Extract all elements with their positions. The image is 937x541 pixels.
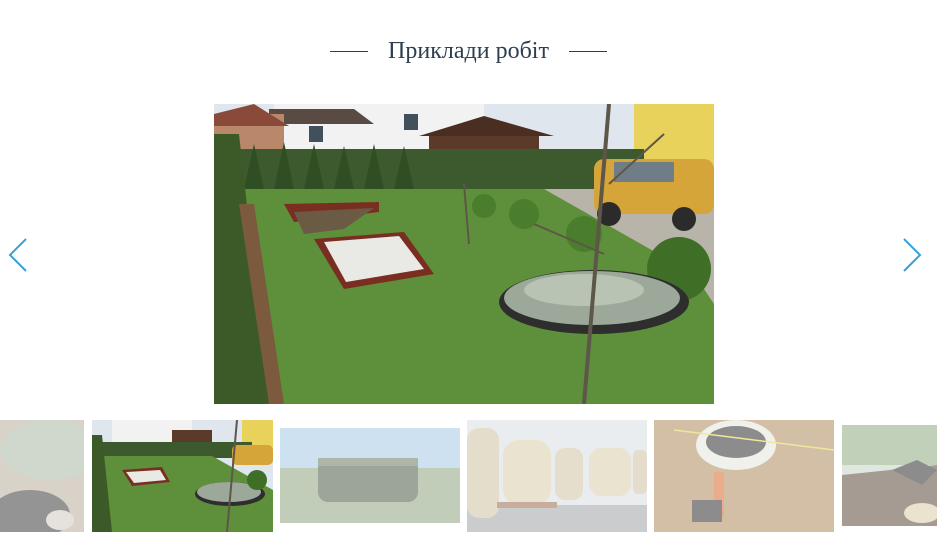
thumb-long-tank-field[interactable] [280,428,460,523]
thumb-tank-closeup[interactable] [0,420,84,532]
title-divider-right [568,50,607,52]
section-title: Приклади робіт [388,37,549,64]
main-slide-image [214,104,714,404]
slider-next-button[interactable] [900,235,924,275]
chevron-left-icon [8,238,27,272]
thumb-tank-installation-soil[interactable] [654,420,834,532]
title-divider-left [330,50,369,52]
thumb-excavation-site[interactable] [842,425,937,526]
thumb-tank-rows-warehouse[interactable] [467,420,647,532]
section-header: Приклади робіт [0,32,937,70]
slider-prev-button[interactable] [6,235,30,275]
chevron-right-icon [903,238,922,272]
thumb-garden-septic[interactable] [92,420,273,532]
